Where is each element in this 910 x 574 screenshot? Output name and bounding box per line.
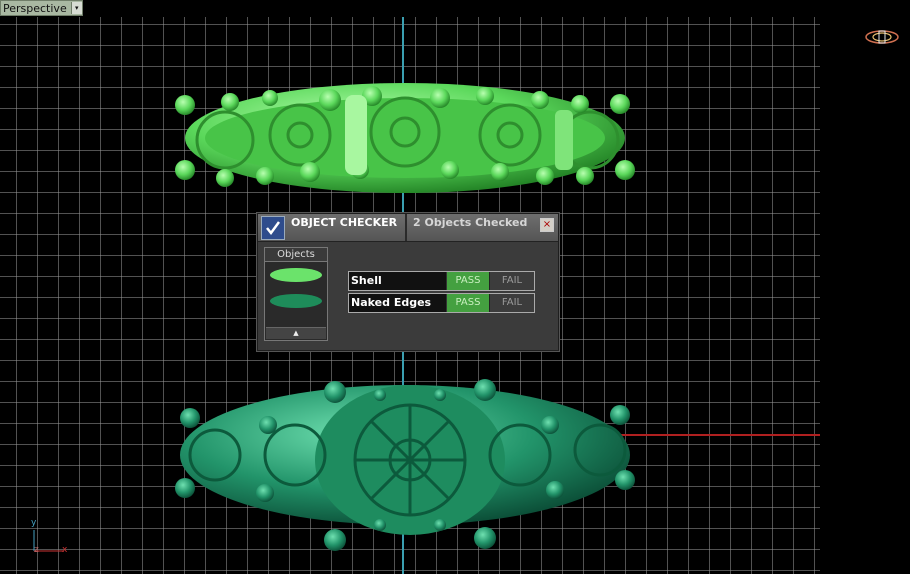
world-axes-icon: y z x (24, 518, 74, 562)
check-label: Naked Edges (351, 296, 432, 309)
perspective-viewport[interactable]: Perspective ▾ OBJECT CHECKER 2 Objects C… (0, 0, 910, 574)
objects-checked-status: 2 Objects Checked (413, 216, 528, 229)
fail-indicator: FAIL (489, 294, 534, 312)
viewport-title: Perspective (3, 1, 67, 15)
objects-list-header: Objects (265, 248, 327, 262)
object-checker-titlebar[interactable]: OBJECT CHECKER 2 Objects Checked × (258, 214, 558, 242)
scroll-up-icon[interactable]: ▲ (266, 327, 326, 339)
pass-indicator: PASS (446, 294, 489, 312)
object-thumbnail-light[interactable] (265, 262, 327, 288)
axis-label-y: y (31, 518, 37, 528)
object-thumbnail-dark[interactable] (265, 288, 327, 314)
ring-thumbnail-light (270, 268, 322, 282)
axis-label-x: x (62, 545, 68, 555)
ring-thumbnail-dark (270, 294, 322, 308)
pass-indicator: PASS (446, 272, 489, 290)
axis-label-z: z (34, 545, 39, 555)
check-row-naked-edges: Naked Edges PASS FAIL (348, 293, 535, 313)
object-checker-panel[interactable]: OBJECT CHECKER 2 Objects Checked × Objec… (257, 213, 559, 351)
camera-icon[interactable] (864, 28, 900, 46)
check-row-shell: Shell PASS FAIL (348, 271, 535, 291)
object-checker-title: OBJECT CHECKER (291, 214, 407, 241)
objects-list[interactable]: Objects ▲ (264, 247, 328, 341)
check-label: Shell (351, 274, 382, 287)
chevron-down-icon[interactable]: ▾ (70, 2, 82, 14)
close-icon[interactable]: × (540, 217, 554, 232)
fail-indicator: FAIL (489, 272, 534, 290)
viewport-title-tab[interactable]: Perspective ▾ (0, 0, 83, 16)
checkmark-icon (261, 215, 285, 240)
